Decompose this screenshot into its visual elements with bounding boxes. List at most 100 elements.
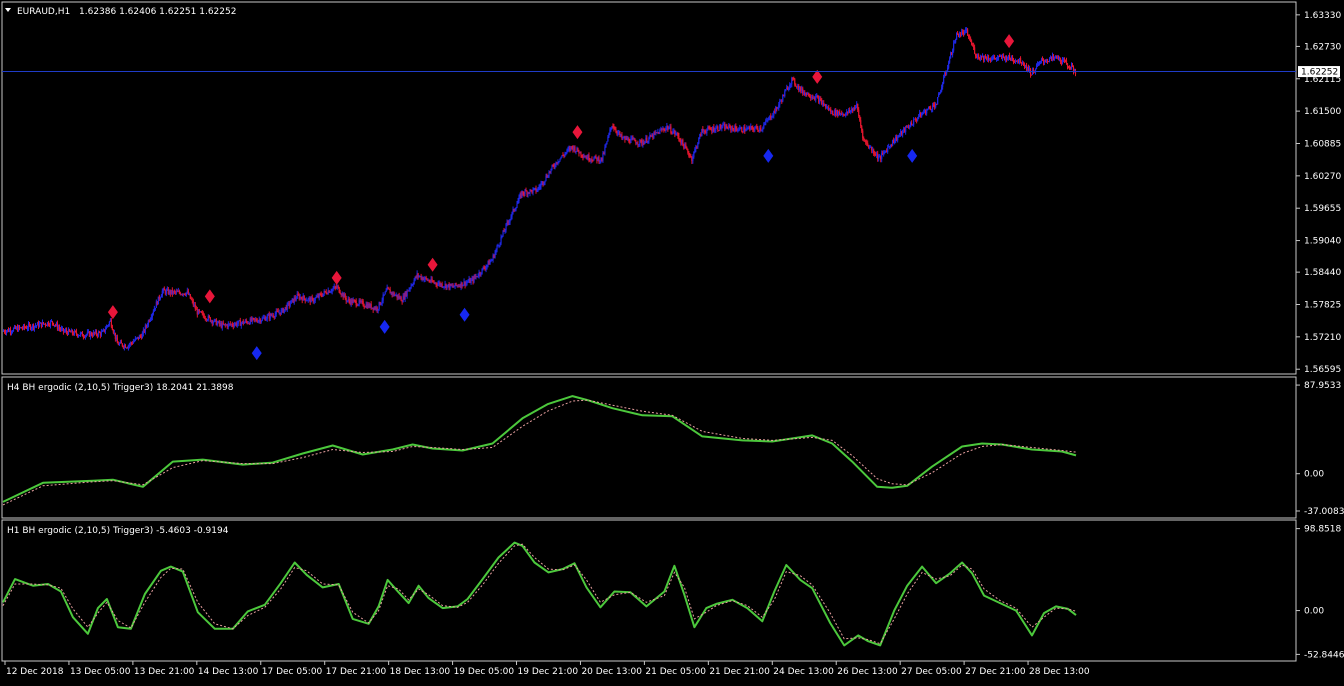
candle-body bbox=[280, 309, 282, 315]
candle-body bbox=[515, 207, 517, 210]
candle-body bbox=[677, 133, 679, 136]
candle-body bbox=[729, 125, 731, 127]
candle-body bbox=[270, 313, 272, 316]
candle-body bbox=[788, 87, 790, 90]
time-tick-label: 13 Dec 21:00 bbox=[134, 667, 195, 677]
candle-body bbox=[412, 283, 414, 285]
candle-body bbox=[190, 298, 192, 300]
candle-body bbox=[108, 321, 111, 325]
candle-body bbox=[902, 130, 904, 135]
candle-body bbox=[260, 320, 262, 323]
candle-body bbox=[832, 110, 834, 115]
candle-body bbox=[767, 120, 769, 122]
candle-body bbox=[860, 120, 862, 126]
candle-body bbox=[297, 293, 299, 296]
candle-body bbox=[178, 290, 180, 293]
candle-body bbox=[943, 77, 945, 84]
time-tick-label: 20 Dec 13:00 bbox=[581, 667, 642, 677]
candle-body bbox=[956, 32, 958, 40]
candle-body bbox=[272, 315, 274, 317]
candle-body bbox=[68, 329, 71, 332]
candle-body bbox=[1065, 60, 1068, 64]
candle-body bbox=[738, 130, 740, 132]
time-tick-label: 17 Dec 05:00 bbox=[262, 667, 323, 677]
candle-body bbox=[443, 286, 445, 288]
candle-body bbox=[306, 300, 308, 302]
candle-body bbox=[1038, 61, 1041, 64]
candle-body bbox=[940, 91, 942, 94]
candle-body bbox=[236, 323, 238, 326]
candle-body bbox=[784, 91, 786, 97]
candle-body bbox=[446, 285, 448, 289]
candle-body bbox=[566, 149, 568, 153]
candle-body bbox=[884, 151, 886, 153]
candle-body bbox=[608, 133, 610, 137]
chart-canvas[interactable]: 1.633301.627301.621151.615001.608851.602… bbox=[0, 0, 1344, 682]
time-tick-label: 26 Dec 13:00 bbox=[837, 667, 898, 677]
candle-body bbox=[381, 300, 383, 304]
candle-body bbox=[698, 137, 700, 144]
time-tick-label: 12 Dec 2018 bbox=[6, 667, 64, 677]
candle-body bbox=[265, 318, 267, 321]
h4-tick-label: 0.00 bbox=[1304, 470, 1324, 480]
candle-body bbox=[500, 237, 502, 244]
candle-body bbox=[955, 39, 957, 43]
candle-body bbox=[558, 161, 560, 163]
candle-body bbox=[495, 249, 497, 253]
time-tick-label: 13 Dec 05:00 bbox=[70, 667, 131, 677]
candle-body bbox=[1071, 65, 1074, 67]
candle-body bbox=[575, 151, 577, 153]
candle-body bbox=[111, 326, 113, 331]
candle-body bbox=[141, 333, 143, 339]
candle-body bbox=[205, 318, 207, 321]
candle-body bbox=[615, 129, 617, 132]
candle-body bbox=[672, 131, 674, 134]
candle-body bbox=[1037, 63, 1040, 65]
h4-tick-label: -37.0083 bbox=[1304, 507, 1344, 517]
candle-body bbox=[537, 187, 539, 191]
candle-body bbox=[154, 307, 156, 309]
candle-body bbox=[550, 168, 552, 173]
candle-body bbox=[3, 330, 6, 333]
candle-body bbox=[462, 284, 464, 287]
candle-body bbox=[127, 345, 129, 349]
candle-body bbox=[610, 127, 612, 130]
candle-body bbox=[504, 230, 506, 232]
candle-body bbox=[480, 273, 482, 275]
candle-body bbox=[409, 287, 411, 289]
candle-body bbox=[714, 130, 716, 132]
candle-body bbox=[889, 146, 891, 148]
candle-body bbox=[670, 126, 672, 133]
candle-body bbox=[243, 322, 245, 324]
candle-body bbox=[118, 343, 120, 346]
candle-body bbox=[1041, 59, 1044, 61]
candle-body bbox=[124, 344, 126, 348]
ohlc-readout: 1.62386 1.62406 1.62251 1.62252 bbox=[79, 7, 236, 17]
h1-tick-label: 98.8518 bbox=[1304, 525, 1341, 535]
candle-body bbox=[953, 43, 955, 51]
time-tick-label: 19 Dec 05:00 bbox=[454, 667, 515, 677]
candle-body bbox=[858, 109, 860, 116]
candle-body bbox=[630, 138, 632, 143]
candle-body bbox=[489, 261, 491, 265]
candle-body bbox=[697, 143, 699, 148]
candle-body bbox=[795, 84, 797, 87]
candle-body bbox=[116, 337, 118, 344]
candle-body bbox=[567, 149, 569, 151]
candle-body bbox=[580, 151, 582, 156]
time-tick-label: 21 Dec 05:00 bbox=[645, 667, 706, 677]
candle-body bbox=[668, 128, 670, 130]
candle-body bbox=[81, 332, 84, 337]
candle-body bbox=[191, 299, 193, 301]
candle-body bbox=[564, 153, 566, 156]
candle-body bbox=[938, 94, 940, 98]
candle-body bbox=[290, 300, 292, 304]
candle-body bbox=[732, 127, 734, 129]
candle-body bbox=[820, 98, 822, 100]
candle-body bbox=[325, 291, 327, 294]
candle-body bbox=[348, 299, 350, 302]
candle-body bbox=[687, 149, 689, 153]
candle-body bbox=[516, 203, 518, 208]
candle-body bbox=[231, 323, 233, 326]
candle-body bbox=[717, 126, 719, 131]
